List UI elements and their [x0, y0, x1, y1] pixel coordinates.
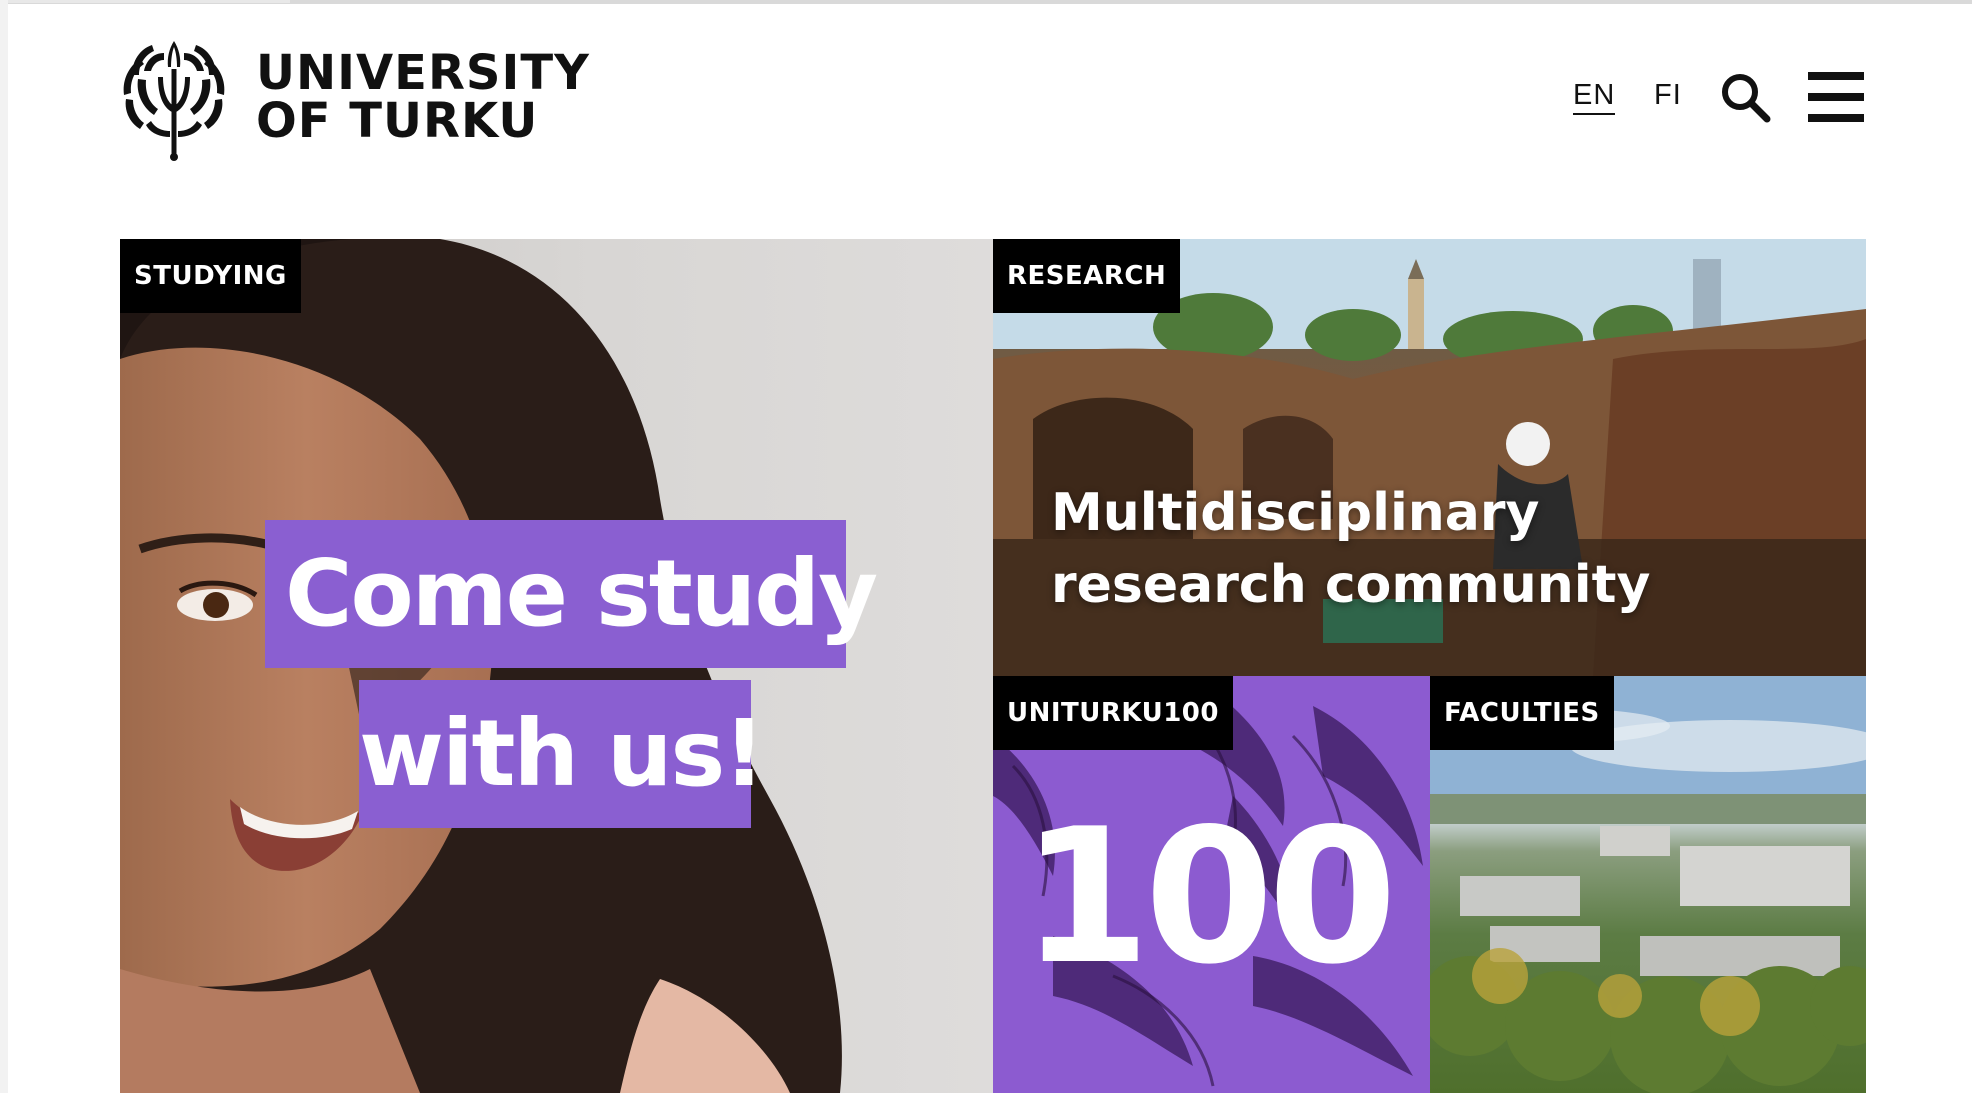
research-tag: RESEARCH — [993, 239, 1181, 313]
studying-tile[interactable]: STUDYING Come study with us! — [120, 239, 993, 1093]
studying-headline-line-1: Come study — [265, 520, 878, 668]
page-left-edge — [0, 0, 8, 1093]
logo-wordmark: UNIVERSITY OF TURKU — [256, 49, 590, 145]
faculties-tag: FACULTIES — [1430, 676, 1614, 750]
search-icon — [1722, 74, 1771, 123]
language-fi-link[interactable]: FI — [1654, 79, 1682, 112]
menu-button[interactable] — [1808, 70, 1864, 124]
search-button[interactable] — [1718, 70, 1772, 124]
studying-tag: STUDYING — [120, 239, 301, 313]
logo-line-1: UNIVERSITY — [256, 45, 590, 101]
menu-icon — [1808, 72, 1864, 122]
university-logo-icon — [123, 41, 225, 161]
research-tile[interactable]: RESEARCH Multidisciplinary research comm… — [993, 239, 1866, 676]
browser-top-line — [0, 0, 1972, 4]
university-logo-link[interactable]: UNIVERSITY OF TURKU — [118, 32, 589, 162]
research-title: Multidisciplinary research community — [1051, 483, 1651, 615]
centenary-number: 100 — [1021, 788, 1397, 1005]
logo-line-2: OF TURKU — [256, 93, 539, 149]
studying-headline-line-2: with us! — [359, 680, 765, 828]
browser-tab-indicator — [0, 0, 290, 3]
uniturku100-tag: UNITURKU100 — [993, 676, 1233, 750]
uniturku100-tile[interactable]: UNITURKU100 100 — [993, 676, 1430, 1093]
language-en-link[interactable]: EN — [1573, 79, 1616, 115]
faculties-tile[interactable]: FACULTIES — [1430, 676, 1866, 1093]
